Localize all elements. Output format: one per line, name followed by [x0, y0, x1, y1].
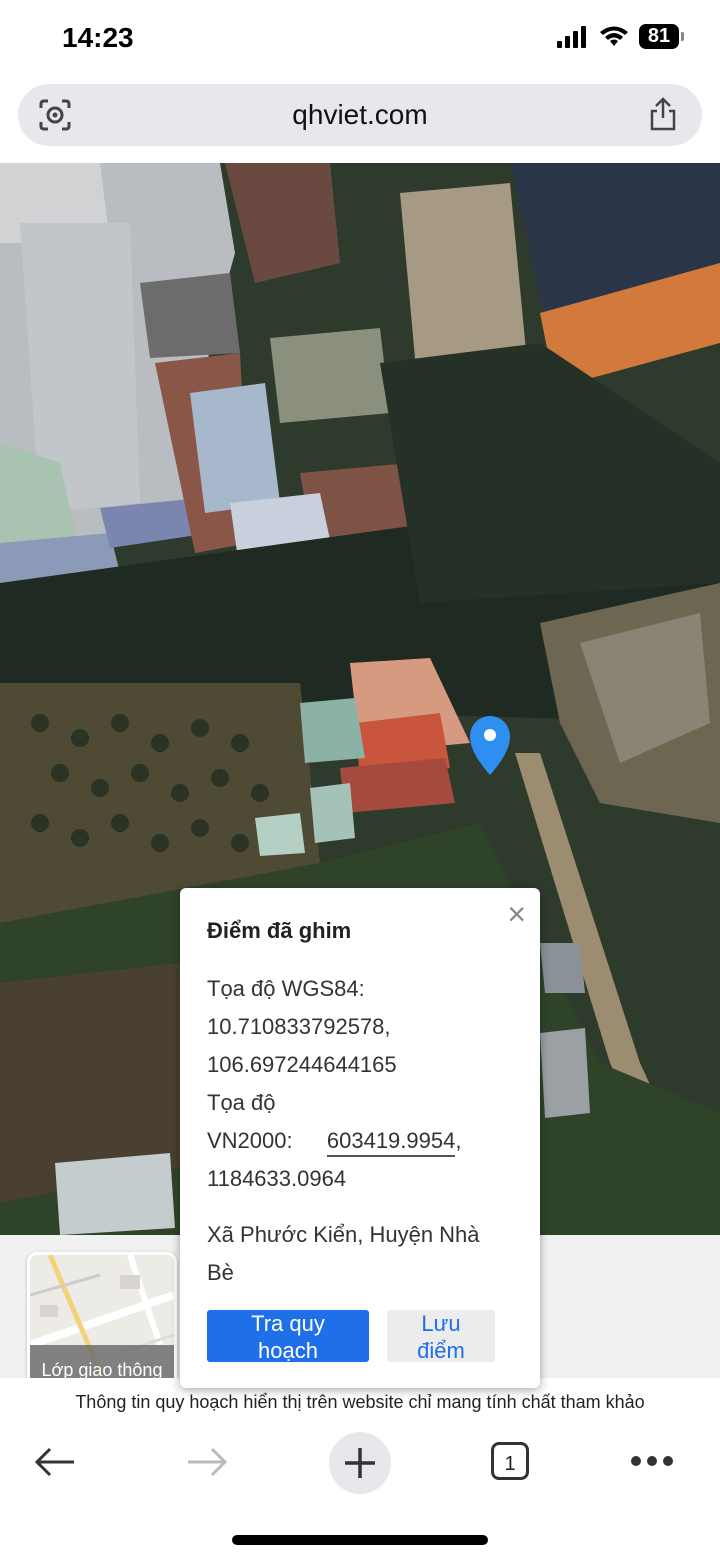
- cellular-signal-icon: [557, 25, 586, 48]
- popup-title: Điểm đã ghim: [207, 918, 352, 943]
- address-line1: Xã Phước Kiển, Huyện Nhà: [207, 1222, 480, 1247]
- status-time: 14:23: [62, 22, 134, 53]
- new-tab-button[interactable]: [329, 1432, 391, 1494]
- lookup-planning-label-1: Tra quy: [251, 1311, 325, 1336]
- vn2000-row: VN2000: 603419.9954,: [207, 1128, 462, 1157]
- vn2000-label-line2: VN2000:: [207, 1128, 293, 1153]
- share-icon[interactable]: [648, 96, 678, 132]
- forward-arrow-icon[interactable]: [186, 1445, 228, 1479]
- plus-icon: [345, 1448, 375, 1478]
- lookup-planning-button[interactable]: Tra quy hoạch: [207, 1310, 369, 1363]
- address-line2: Bè: [207, 1260, 234, 1285]
- address-bar[interactable]: qhviet.com: [18, 84, 702, 146]
- save-point-label-1: Lưu: [421, 1311, 461, 1336]
- status-bar: 14:23 81: [0, 0, 720, 78]
- vn2000-y: 1184633.0964: [207, 1166, 347, 1191]
- save-point-button[interactable]: Lưu điểm: [387, 1310, 495, 1363]
- vn2000-comma: ,: [455, 1128, 462, 1153]
- layer-toggle-button[interactable]: Lớp giao thông: [27, 1252, 177, 1398]
- status-icons: 81: [557, 24, 684, 49]
- battery-cap: [681, 32, 684, 41]
- vn2000-label-line1: Tọa độ: [207, 1090, 276, 1115]
- back-arrow-icon[interactable]: [34, 1445, 76, 1479]
- save-point-label-2: điểm: [417, 1338, 465, 1363]
- battery-indicator: 81: [639, 24, 679, 49]
- pinned-point-popup: × Điểm đã ghim Tọa độ WGS84: 10.71083379…: [180, 888, 540, 1388]
- lookup-planning-label-2: hoạch: [258, 1338, 318, 1363]
- wgs84-latitude: 10.710833792578,: [207, 1014, 391, 1039]
- wgs84-longitude: 106.697244644165: [207, 1052, 397, 1077]
- wgs84-label: Tọa độ WGS84:: [207, 976, 365, 1001]
- tabs-button[interactable]: 1: [491, 1442, 529, 1480]
- wifi-icon: [600, 26, 628, 46]
- vn2000-x[interactable]: 603419.9954: [326, 1128, 456, 1157]
- close-icon[interactable]: ×: [507, 898, 526, 930]
- home-indicator: [232, 1535, 488, 1545]
- more-options-icon[interactable]: [630, 1454, 674, 1468]
- url-text[interactable]: qhviet.com: [18, 99, 702, 131]
